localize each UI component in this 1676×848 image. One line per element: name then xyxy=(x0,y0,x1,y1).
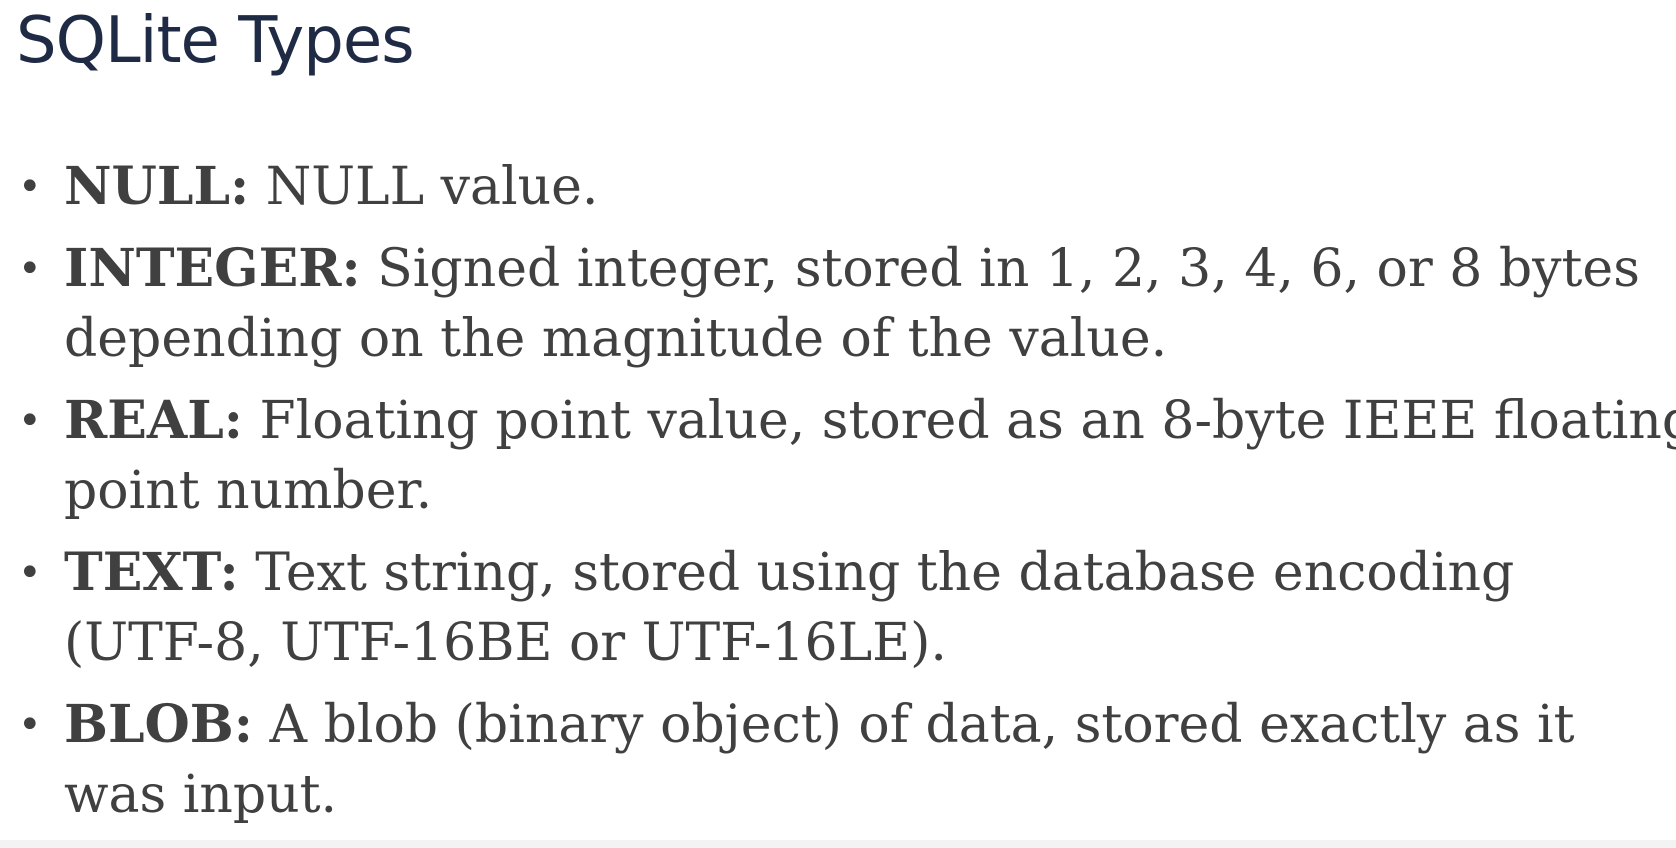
type-term: REAL: xyxy=(64,390,243,451)
slide: SQLite Types • NULL: NULL value. • INTEG… xyxy=(0,0,1676,840)
bullet-line: REAL: Floating point value, stored as an… xyxy=(64,386,1676,456)
bullet-line-continued: depending on the magnitude of the value. xyxy=(64,309,1168,369)
type-term: BLOB: xyxy=(64,694,253,755)
bullet-item-integer: • INTEGER: Signed integer, stored in 1, … xyxy=(16,234,1676,374)
bullet-line-continued: was input. xyxy=(64,765,338,825)
slide-title: SQLite Types xyxy=(16,4,415,78)
type-description: NULL value. xyxy=(265,157,599,217)
bullet-icon: • xyxy=(18,246,42,292)
slide-bottom-strip xyxy=(0,840,1676,848)
type-term: NULL: xyxy=(64,156,250,217)
bullet-line-continued: point number. xyxy=(64,461,433,521)
bullet-icon: • xyxy=(18,702,42,748)
bullet-list: • NULL: NULL value. • INTEGER: Signed in… xyxy=(16,152,1676,842)
bullet-icon: • xyxy=(18,550,42,596)
bullet-line: TEXT: Text string, stored using the data… xyxy=(64,538,1676,608)
type-description: Signed integer, stored in 1, 2, 3, 4, 6,… xyxy=(377,239,1640,299)
bullet-item-null: • NULL: NULL value. xyxy=(16,152,1676,222)
bullet-line: INTEGER: Signed integer, stored in 1, 2,… xyxy=(64,234,1676,304)
type-description: Text string, stored using the database e… xyxy=(255,543,1515,603)
bullet-item-text: • TEXT: Text string, stored using the da… xyxy=(16,538,1676,678)
type-term: INTEGER: xyxy=(64,238,361,299)
type-term: TEXT: xyxy=(64,542,239,603)
bullet-icon: • xyxy=(18,398,42,444)
bullet-line-continued: (UTF-8, UTF-16BE or UTF-16LE). xyxy=(64,613,947,673)
type-description: A blob (binary object) of data, stored e… xyxy=(269,695,1575,755)
bullet-line: BLOB: A blob (binary object) of data, st… xyxy=(64,690,1676,760)
bullet-line: NULL: NULL value. xyxy=(64,152,1676,222)
bullet-icon: • xyxy=(18,164,42,210)
type-description: Floating point value, stored as an 8-byt… xyxy=(259,391,1676,451)
bullet-item-blob: • BLOB: A blob (binary object) of data, … xyxy=(16,690,1676,830)
bullet-item-real: • REAL: Floating point value, stored as … xyxy=(16,386,1676,526)
